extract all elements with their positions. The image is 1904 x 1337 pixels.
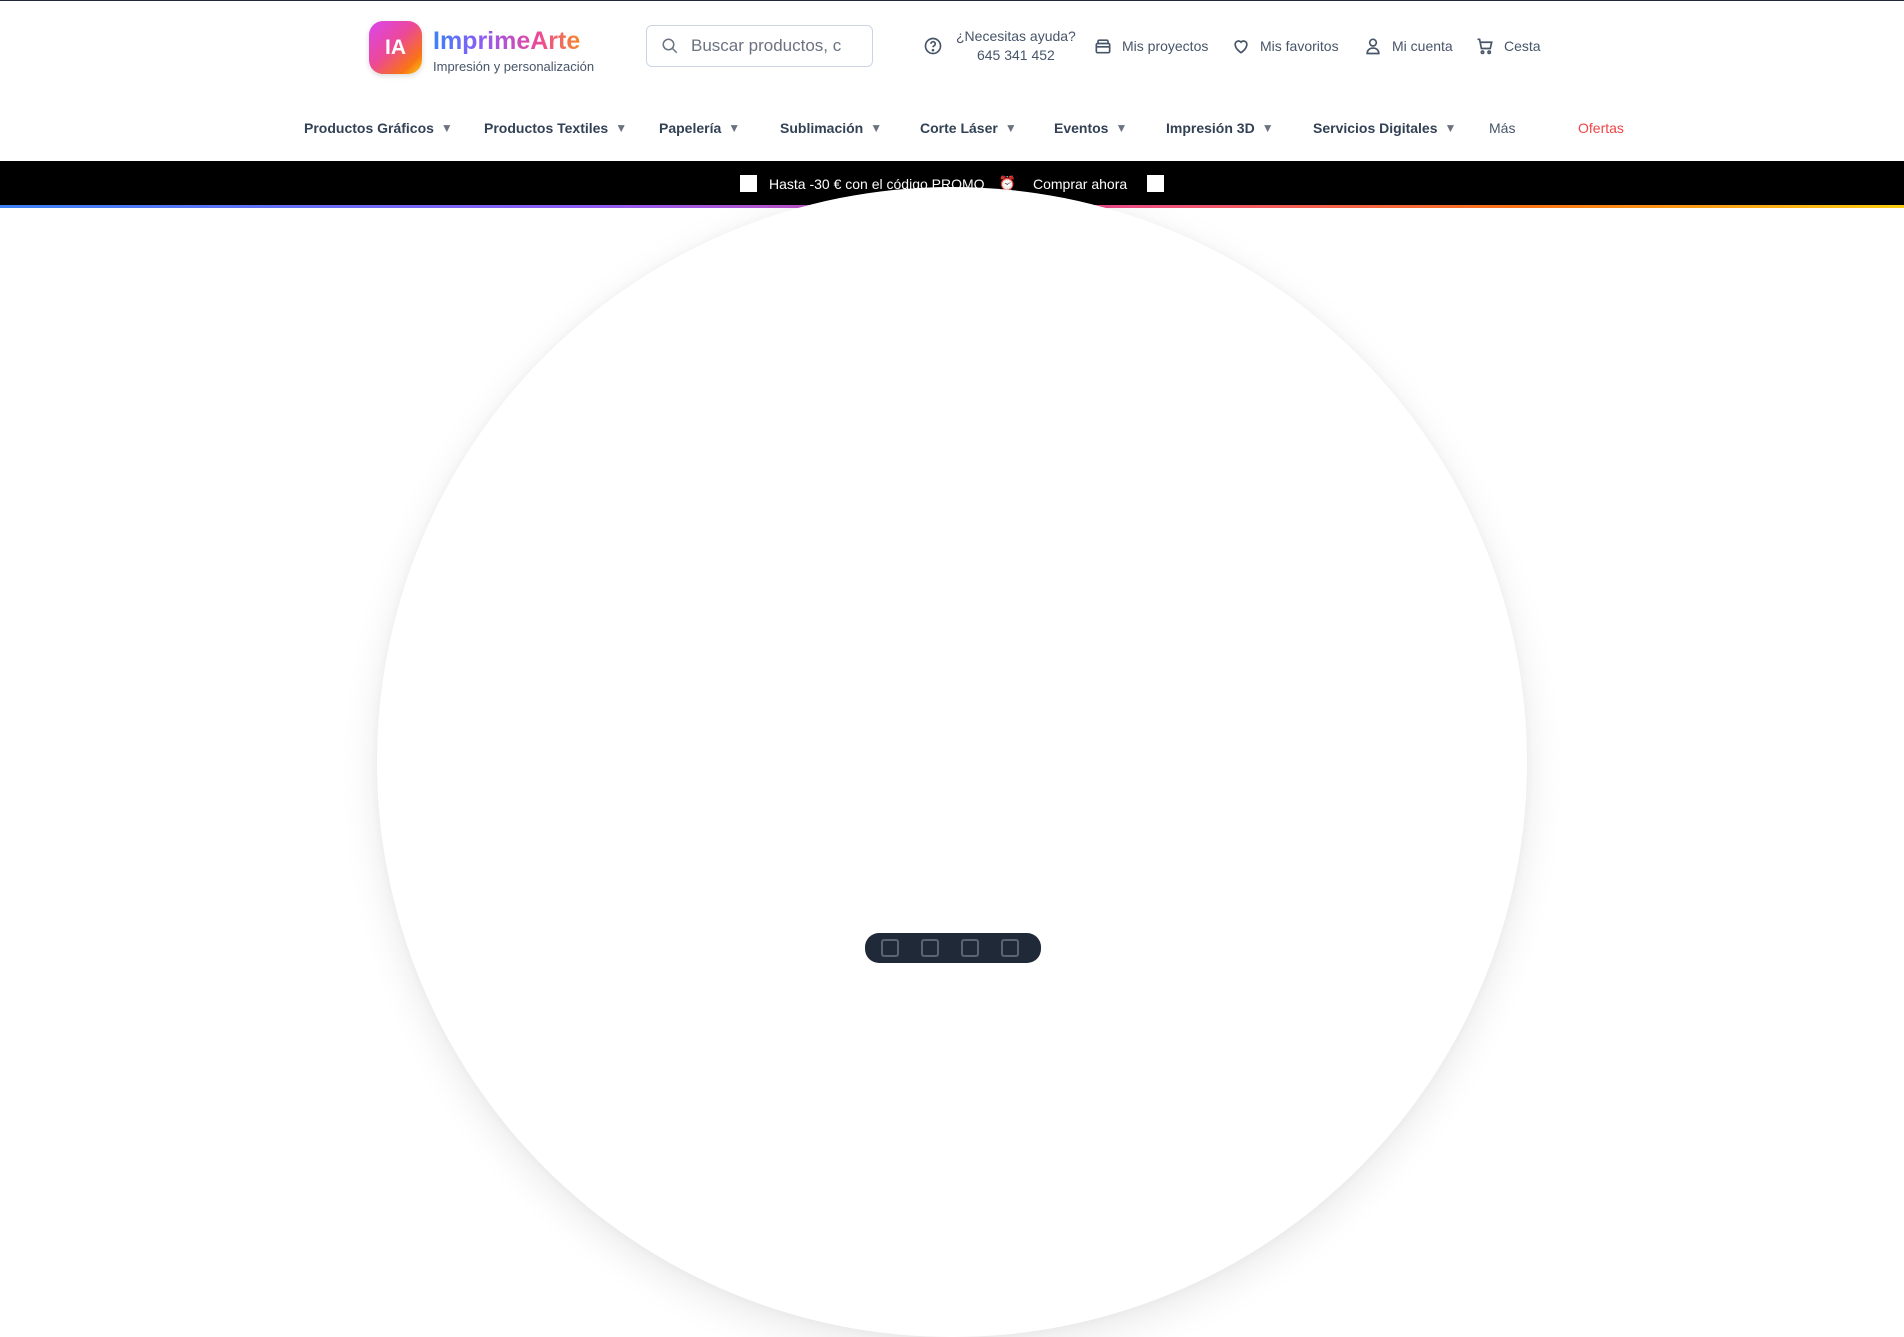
nav-label: Corte Láser: [920, 120, 998, 136]
nav-item-servicios-digitales[interactable]: Servicios Digitales ▼: [1313, 120, 1456, 136]
nav-item-sublimacion[interactable]: Sublimación ▼: [780, 120, 882, 136]
nav-item-eventos[interactable]: Eventos ▼: [1054, 120, 1127, 136]
caret-down-icon: ▼: [870, 121, 883, 135]
nav-label: Servicios Digitales: [1313, 120, 1438, 136]
nav-item-mas[interactable]: Más: [1489, 120, 1515, 136]
cart-label: Cesta: [1504, 38, 1541, 54]
floating-toolbar[interactable]: [865, 933, 1041, 963]
user-icon: [1366, 38, 1380, 55]
brand-name: ImprimeArte: [433, 26, 594, 56]
caret-down-icon: ▼: [1004, 121, 1017, 135]
nav-label: Productos Textiles: [484, 120, 609, 136]
nav-label: Productos Gráficos: [304, 120, 434, 136]
help-text: ¿Necesitas ayuda? 645 341 452: [956, 27, 1076, 65]
caret-down-icon: ▼: [1115, 121, 1128, 135]
settings-icon[interactable]: [1001, 939, 1019, 957]
nav-item-productos-textiles[interactable]: Productos Textiles ▼: [484, 120, 627, 136]
caret-down-icon: ▼: [728, 121, 741, 135]
nav-item-papeleria[interactable]: Papelería ▼: [659, 120, 740, 136]
cart-link[interactable]: Cesta: [1475, 1, 1541, 91]
heart-icon: [1234, 40, 1248, 54]
my-account-label: Mi cuenta: [1392, 38, 1453, 54]
caret-down-icon: ▼: [615, 121, 628, 135]
caret-down-icon: ▼: [1261, 121, 1274, 135]
my-favorites-link[interactable]: Mis favoritos: [1231, 1, 1339, 91]
search-box[interactable]: [646, 25, 873, 67]
logo-text: ImprimeArte Impresión y personalización: [433, 21, 594, 74]
nav-label: Papelería: [659, 120, 722, 136]
box-icon: [1095, 39, 1111, 54]
my-projects-label: Mis proyectos: [1122, 38, 1209, 54]
tool-icon[interactable]: [961, 939, 979, 957]
nav-item-ofertas[interactable]: Ofertas: [1578, 120, 1624, 136]
site-header: IA ImprimeArte Impresión y personalizaci…: [0, 1, 1904, 91]
nav-item-impresion-3d[interactable]: Impresión 3D ▼: [1166, 120, 1274, 136]
nav-item-corte-laser[interactable]: Corte Láser ▼: [920, 120, 1017, 136]
caret-down-icon: ▼: [440, 121, 453, 135]
help-circle-icon: [924, 37, 942, 55]
promo-prev-arrow-icon[interactable]: [740, 175, 757, 192]
my-favorites-label: Mis favoritos: [1260, 38, 1339, 54]
shop-now-link[interactable]: Comprar ahora: [1033, 176, 1127, 192]
hero-circle: [377, 187, 1527, 1337]
search-input[interactable]: [689, 35, 843, 57]
logo-link[interactable]: IA ImprimeArte Impresión y personalizaci…: [369, 21, 594, 74]
help-question: ¿Necesitas ayuda?: [956, 28, 1076, 44]
my-projects-link[interactable]: Mis proyectos: [1093, 1, 1208, 91]
caret-down-icon: ▼: [1444, 121, 1457, 135]
brand-tagline: Impresión y personalización: [433, 59, 595, 74]
nav-label: Eventos: [1054, 120, 1109, 136]
nav-label: Sublimación: [780, 120, 864, 136]
help-phone: 645 341 452: [976, 47, 1055, 63]
tool-icon[interactable]: [921, 939, 939, 957]
nav-item-productos-graficos[interactable]: Productos Gráficos ▼: [304, 120, 453, 136]
main-nav: Productos Gráficos ▼ Productos Textiles …: [0, 103, 1904, 153]
logo-badge: IA: [369, 21, 422, 74]
tool-icon[interactable]: [881, 939, 899, 957]
help-contact[interactable]: ¿Necesitas ayuda? 645 341 452: [923, 1, 1076, 91]
promo-next-arrow-icon[interactable]: [1147, 175, 1165, 192]
search-icon: [662, 38, 678, 54]
cart-icon: [1477, 38, 1493, 55]
my-account-link[interactable]: Mi cuenta: [1363, 1, 1453, 91]
nav-label: Impresión 3D: [1166, 120, 1255, 136]
